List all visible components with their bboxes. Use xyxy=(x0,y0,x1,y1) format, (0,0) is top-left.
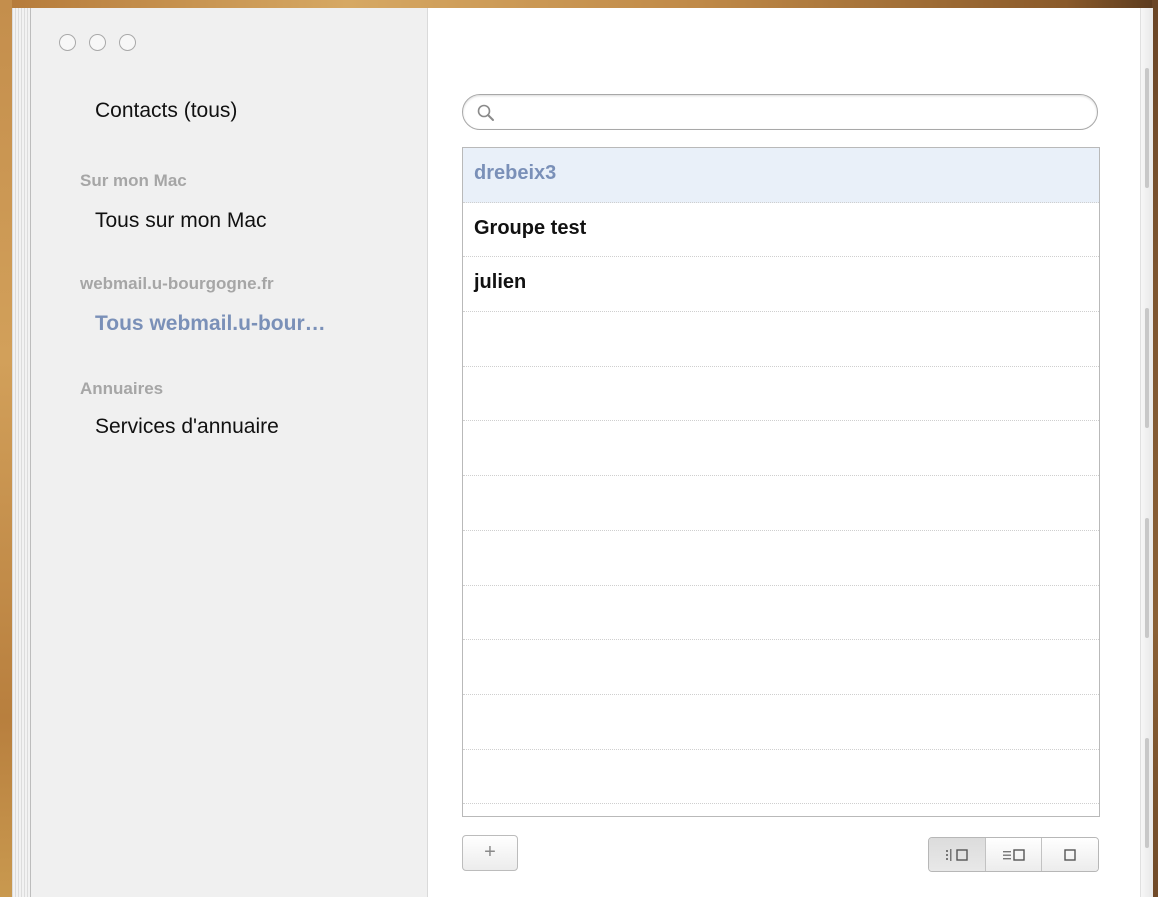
groups-and-card-view-icon xyxy=(945,848,968,861)
search-input[interactable] xyxy=(503,99,1087,127)
sidebar-item-all-contacts[interactable]: Contacts (tous) xyxy=(95,99,237,123)
empty-list-row xyxy=(463,804,1099,816)
groups-list[interactable]: drebeix3 Groupe test julien xyxy=(462,147,1100,817)
empty-list-row xyxy=(463,367,1099,422)
list-item[interactable]: Groupe test xyxy=(463,203,1099,258)
list-and-card-view-button[interactable] xyxy=(985,838,1043,871)
list-and-card-view-icon xyxy=(1002,848,1025,861)
sidebar: Contacts (tous) Sur mon Mac Tous sur mon… xyxy=(31,8,428,897)
sidebar-item-all-webmail[interactable]: Tous webmail.u-bour… xyxy=(95,312,326,336)
view-mode-selector xyxy=(928,837,1099,872)
minimize-window-button[interactable] xyxy=(89,34,106,51)
sidebar-section-header-on-my-mac: Sur mon Mac xyxy=(80,171,187,190)
empty-list-row xyxy=(463,695,1099,750)
card-only-view-button[interactable] xyxy=(1042,838,1098,871)
list-item[interactable]: drebeix3 xyxy=(463,148,1099,203)
desktop-background-left xyxy=(0,0,12,897)
contacts-window: Contacts (tous) Sur mon Mac Tous sur mon… xyxy=(12,8,1153,897)
window-controls xyxy=(59,34,136,51)
edge-ridge xyxy=(1145,68,1149,188)
edge-ridge xyxy=(1145,518,1149,638)
groups-and-card-view-button[interactable] xyxy=(929,838,986,871)
search-field[interactable] xyxy=(462,94,1098,130)
sidebar-item-directory-services[interactable]: Services d'annuaire xyxy=(95,415,279,439)
groups-pane: drebeix3 Groupe test julien + xyxy=(428,8,1153,897)
empty-list-row xyxy=(463,531,1099,586)
desktop-background-top xyxy=(0,0,1158,8)
empty-list-row xyxy=(463,640,1099,695)
add-group-button[interactable]: + xyxy=(462,835,518,871)
close-window-button[interactable] xyxy=(59,34,76,51)
empty-list-row xyxy=(463,421,1099,477)
edge-ridge xyxy=(1145,738,1149,848)
book-binding xyxy=(12,8,31,897)
page-edge-bar xyxy=(1140,8,1153,897)
zoom-window-button[interactable] xyxy=(119,34,136,51)
sidebar-item-all-on-my-mac[interactable]: Tous sur mon Mac xyxy=(95,209,267,233)
empty-list-row xyxy=(463,586,1099,641)
empty-list-row xyxy=(463,750,1099,805)
list-item[interactable]: julien xyxy=(463,257,1099,313)
card-only-view-icon xyxy=(1064,848,1076,861)
sidebar-section-header-directories: Annuaires xyxy=(80,379,164,398)
sidebar-section-header-webmail: webmail.u-bourgogne.fr xyxy=(80,274,274,293)
empty-list-row xyxy=(463,476,1099,531)
edge-ridge xyxy=(1145,308,1149,428)
search-icon xyxy=(477,104,494,121)
empty-list-row xyxy=(463,312,1099,367)
